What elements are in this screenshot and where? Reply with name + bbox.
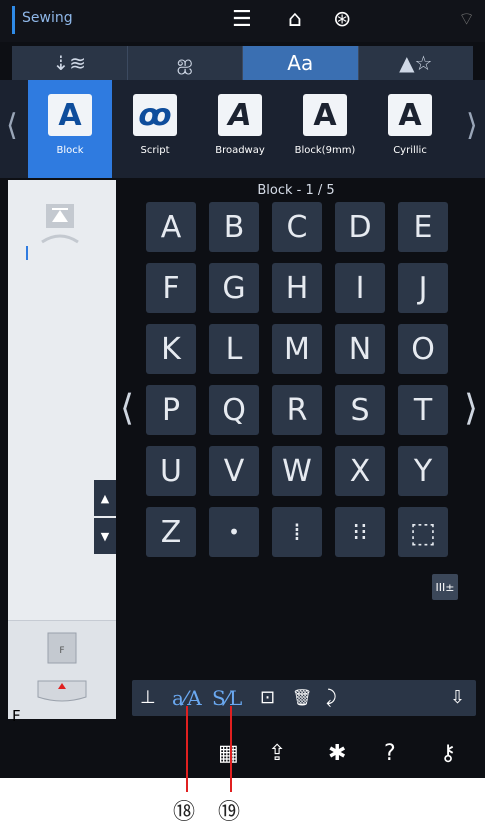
callout-19: ⑲ bbox=[218, 800, 241, 825]
svg-text:F: F bbox=[59, 646, 64, 656]
home-icon[interactable]: ⌂ bbox=[288, 6, 302, 34]
font-tile-block-9mm: A bbox=[303, 94, 347, 136]
char-key[interactable]: B bbox=[209, 202, 259, 252]
scroll-down-button[interactable]: ▼ bbox=[94, 518, 116, 554]
font-next-arrow-icon[interactable]: ⟩ bbox=[466, 108, 478, 143]
char-key[interactable]: H bbox=[272, 263, 322, 313]
font-tile-broadway: A bbox=[218, 94, 262, 136]
font-tile-block: A bbox=[48, 94, 92, 136]
char-key[interactable]: U bbox=[146, 446, 196, 496]
edit-toolbar: ⊥ a⁄A S⁄L ⊡ 🗑 ⤸ ⇩ bbox=[132, 680, 476, 716]
preview-area[interactable]: ▲ ▼ bbox=[8, 180, 116, 620]
font-label-script: Script bbox=[140, 145, 170, 156]
screen-title: Sewing bbox=[22, 10, 73, 26]
font-label-block-9mm: Block(9mm) bbox=[294, 145, 356, 156]
mirror-icon[interactable]: ⤸ bbox=[326, 684, 337, 712]
presser-foot-icon: F bbox=[37, 632, 87, 702]
callout-line-18 bbox=[186, 706, 188, 792]
stitch-preview-panel: ▲ ▼ F F bbox=[8, 180, 116, 725]
char-key[interactable]: W bbox=[272, 446, 322, 496]
top-bar: Sewing ☰ ⌂ ⊛ ⌔ bbox=[0, 0, 485, 42]
char-key[interactable]: M bbox=[272, 324, 322, 374]
font-item-script[interactable]: ꝏ Script bbox=[113, 80, 197, 178]
font-selector: ⟨ A Block ꝏ Script A Broadway A Block(9m… bbox=[0, 80, 485, 178]
sewing-screen: Sewing ☰ ⌂ ⊛ ⌔ ⇣≋ ஐ Aa ▲☆ ⟨ A Block ꝏ Sc… bbox=[0, 0, 485, 778]
char-key[interactable]: R bbox=[272, 385, 322, 435]
char-key-space-large[interactable]: ⬚ bbox=[398, 507, 448, 557]
grid-prev-arrow-icon[interactable]: ⟨ bbox=[120, 388, 134, 429]
settings-icon[interactable]: ✱ bbox=[328, 740, 346, 768]
font-label-cyrillic: Cyrillic bbox=[393, 145, 427, 156]
tab-utility-stitch[interactable]: ⇣≋ bbox=[12, 46, 128, 80]
font-item-block-9mm[interactable]: A Block(9mm) bbox=[283, 80, 367, 178]
font-prev-arrow-icon[interactable]: ⟨ bbox=[6, 108, 18, 143]
tab-decorative-stitch[interactable]: ஐ bbox=[128, 46, 243, 80]
char-key-space-medium[interactable]: ⁝⁝ bbox=[335, 507, 385, 557]
char-key[interactable]: K bbox=[146, 324, 196, 374]
export-icon[interactable]: ⇪ bbox=[268, 740, 286, 768]
zoom-preview-icon[interactable]: ⊡ bbox=[260, 684, 275, 712]
memory-icon[interactable]: ▦ bbox=[218, 740, 239, 768]
font-tile-script: ꝏ bbox=[133, 94, 177, 136]
tab-favorites[interactable]: ▲☆ bbox=[359, 46, 474, 80]
tab-alphabet[interactable]: Aa bbox=[243, 46, 359, 80]
menu-icon[interactable]: ☰ bbox=[232, 6, 252, 34]
presser-foot-up-icon bbox=[41, 204, 79, 244]
save-icon[interactable]: ⇩ bbox=[450, 684, 465, 712]
char-key[interactable]: P bbox=[146, 385, 196, 435]
font-tile-cyrillic: A bbox=[388, 94, 432, 136]
presser-foot-indicator: F F bbox=[8, 620, 116, 725]
char-key[interactable]: F bbox=[146, 263, 196, 313]
program-edit-icon[interactable]: ⊥ bbox=[140, 684, 156, 712]
char-key[interactable]: V bbox=[209, 446, 259, 496]
stitch-size-button[interactable]: III± bbox=[432, 574, 458, 600]
letter-size-button[interactable]: S⁄L bbox=[212, 684, 242, 712]
category-tabs: ⇣≋ ஐ Aa ▲☆ bbox=[12, 46, 473, 80]
delete-icon[interactable]: 🗑 bbox=[292, 684, 312, 712]
help-icon[interactable]: ? bbox=[384, 740, 396, 768]
char-key[interactable]: A bbox=[146, 202, 196, 252]
callout-line-19 bbox=[230, 706, 232, 792]
char-key[interactable]: Q bbox=[209, 385, 259, 435]
char-key[interactable]: D bbox=[335, 202, 385, 252]
text-cursor bbox=[26, 246, 28, 260]
char-key-space-small[interactable]: ⁞ bbox=[272, 507, 322, 557]
char-key[interactable]: Z bbox=[146, 507, 196, 557]
font-label-block: Block bbox=[56, 145, 84, 156]
char-key-period[interactable]: • bbox=[209, 507, 259, 557]
font-item-block[interactable]: A Block bbox=[28, 80, 112, 178]
page-indicator: Block - 1 / 5 bbox=[257, 183, 335, 198]
char-key[interactable]: Y bbox=[398, 446, 448, 496]
title-accent bbox=[12, 6, 15, 34]
presser-foot-label: F bbox=[12, 707, 21, 725]
callout-18: ⑱ bbox=[173, 800, 196, 825]
font-item-cyrillic[interactable]: A Cyrillic bbox=[368, 80, 452, 178]
char-key[interactable]: E bbox=[398, 202, 448, 252]
char-key[interactable]: I bbox=[335, 263, 385, 313]
char-key[interactable]: C bbox=[272, 202, 322, 252]
font-label-broadway: Broadway bbox=[215, 145, 265, 156]
char-key[interactable]: T bbox=[398, 385, 448, 435]
key-icon[interactable]: ⚷ bbox=[440, 740, 456, 768]
char-key[interactable]: N bbox=[335, 324, 385, 374]
back-icon[interactable]: ⊛ bbox=[333, 6, 351, 34]
font-item-broadway[interactable]: A Broadway bbox=[198, 80, 282, 178]
char-key[interactable]: S bbox=[335, 385, 385, 435]
char-key[interactable]: J bbox=[398, 263, 448, 313]
scroll-up-button[interactable]: ▲ bbox=[94, 480, 116, 516]
grid-next-arrow-icon[interactable]: ⟩ bbox=[464, 388, 478, 429]
char-key[interactable]: O bbox=[398, 324, 448, 374]
wifi-icon: ⌔ bbox=[458, 9, 475, 30]
char-key[interactable]: G bbox=[209, 263, 259, 313]
char-key[interactable]: X bbox=[335, 446, 385, 496]
char-key[interactable]: L bbox=[209, 324, 259, 374]
bottom-bar: ▦ ⇪ ✱ ? ⚷ bbox=[0, 730, 485, 778]
